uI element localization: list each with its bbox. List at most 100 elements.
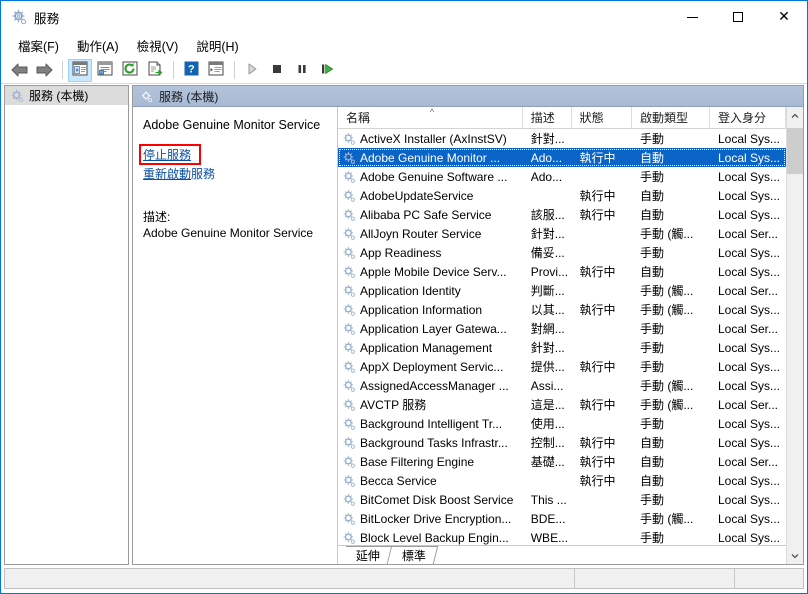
column-status[interactable]: 狀態	[571, 107, 633, 128]
show-hide-tree-button[interactable]	[68, 58, 92, 82]
stop-service-link-row: 停止服務	[139, 144, 329, 166]
properties-button[interactable]	[93, 59, 117, 82]
menu-file[interactable]: 檔案(F)	[9, 33, 68, 58]
forward-button[interactable]	[32, 59, 56, 82]
list-header-row: 名稱 ^ 描述 狀態 啟動類型 登入身分	[338, 107, 786, 129]
tab-extended[interactable]: 延伸	[341, 546, 393, 564]
table-row[interactable]: Background Intelligent Tr... 使用... 手動 Local…	[338, 414, 786, 433]
table-row[interactable]: Alibaba PC Safe Service 該服... 執行中 自動 Local S…	[338, 205, 786, 224]
service-name-text: Background Intelligent Tr...	[360, 416, 503, 431]
table-row[interactable]: Application Information 以其... 執行中 手動 (觸... L…	[338, 300, 786, 319]
scrollbar-track[interactable]	[787, 124, 803, 547]
table-row[interactable]: Adobe Genuine Software ... Ado... 手動 Local …	[338, 167, 786, 186]
service-gear-icon	[342, 265, 356, 279]
table-row[interactable]: ActiveX Installer (AxInstSV) 針對... 手動 Local…	[338, 129, 786, 148]
table-row[interactable]: Application Layer Gatewa... 對網... 手動 Local …	[338, 319, 786, 338]
column-startup-type[interactable]: 啟動類型	[632, 107, 710, 128]
cell-service-name: Alibaba PC Safe Service	[338, 208, 523, 222]
services-gear-icon	[11, 9, 27, 25]
table-row[interactable]: Base Filtering Engine 基礎... 執行中 自動 Local Ser…	[338, 452, 786, 471]
scrollbar-thumb[interactable]	[787, 128, 803, 174]
menu-view[interactable]: 檢視(V)	[128, 33, 188, 58]
pause-service-button[interactable]	[290, 59, 314, 82]
refresh-button[interactable]	[118, 59, 142, 82]
service-name-text: Application Layer Gatewa...	[360, 321, 507, 336]
table-row[interactable]: AllJoyn Router Service 針對... 手動 (觸... Local…	[338, 224, 786, 243]
table-row[interactable]: Adobe Genuine Monitor ... Ado... 執行中 自動 Loca…	[338, 148, 786, 167]
services-gear-icon	[10, 89, 24, 103]
table-row[interactable]: Apple Mobile Device Serv... Provi... 執行中 自動…	[338, 262, 786, 281]
table-row[interactable]: AppX Deployment Servic... 提供... 執行中 手動 Local…	[338, 357, 786, 376]
menu-help[interactable]: 說明(H)	[187, 33, 247, 58]
services-gear-icon	[140, 90, 153, 103]
restart-service-button[interactable]	[315, 59, 339, 82]
restart-service-link[interactable]: 重新啟動服務	[143, 167, 215, 181]
maximize-icon	[733, 12, 743, 22]
service-gear-icon	[342, 531, 356, 545]
tab-standard[interactable]: 標準	[387, 546, 439, 564]
stop-service-button[interactable]	[265, 59, 289, 82]
help-button[interactable]: ?	[179, 59, 203, 82]
start-service-button[interactable]	[240, 59, 264, 82]
menu-bar: 檔案(F) 動作(A) 檢視(V) 說明(H)	[1, 33, 807, 57]
cell-service-startup-type: 手動	[640, 360, 665, 374]
table-row[interactable]: Block Level Backup Engin... WBE... 手動 Local…	[338, 528, 786, 545]
stop-service-link[interactable]: 停止服務	[143, 148, 191, 162]
window-title: 服務	[34, 11, 60, 26]
cell-service-description: WBE...	[530, 530, 569, 545]
table-row[interactable]: Becca Service 執行中 自動 Local Sys...	[338, 471, 786, 490]
scroll-up-button[interactable]	[787, 107, 803, 124]
column-description[interactable]: 描述	[522, 107, 572, 128]
service-gear-icon	[342, 512, 356, 526]
cell-service-startup-type: 自動	[640, 208, 665, 222]
cell-service-startup-type: 手動	[640, 341, 665, 355]
table-row[interactable]: Application Identity 判斷... 手動 (觸... Local S…	[338, 281, 786, 300]
table-row[interactable]: BitLocker Drive Encryption... BDE... 手動 (觸…	[338, 509, 786, 528]
service-gear-icon	[342, 284, 356, 298]
cell-service-logon-as: Local Sys...	[717, 473, 781, 488]
column-name[interactable]: 名稱 ^	[338, 107, 523, 128]
stop-service-link-label: 停止服務	[143, 148, 192, 163]
cell-service-logon-as: Local Sys...	[717, 302, 781, 317]
cell-service-description: 控制...	[530, 436, 565, 450]
title-bar: 服務 ✕	[1, 1, 807, 33]
cell-service-startup-type: 手動 (觸...	[640, 284, 694, 298]
help-icon: ?	[184, 61, 199, 79]
cell-service-startup-type: 手動 (觸...	[640, 398, 694, 412]
cell-service-logon-as: Local Ser...	[717, 454, 779, 469]
menu-view-label: 檢視(V)	[136, 39, 179, 54]
back-button[interactable]	[7, 59, 31, 82]
table-row[interactable]: AdobeUpdateService 執行中 自動 Local Sys...	[338, 186, 786, 205]
export-list-button[interactable]	[143, 59, 167, 82]
cell-service-logon-as: Local Sys...	[717, 188, 781, 203]
cell-service-startup-type: 手動	[640, 170, 665, 184]
table-row[interactable]: Application Management 針對... 手動 Local Sys..…	[338, 338, 786, 357]
cell-service-logon-as: Local Sys...	[717, 530, 781, 545]
scroll-down-button[interactable]	[787, 547, 803, 564]
close-button[interactable]: ✕	[761, 1, 807, 33]
cell-service-logon-as: Local Sys...	[717, 169, 781, 184]
cell-service-startup-type: 手動	[640, 132, 665, 146]
show-action-pane-button[interactable]	[204, 59, 228, 82]
table-row[interactable]: App Readiness 備妥... 手動 Local Sys...	[338, 243, 786, 262]
table-row[interactable]: AssignedAccessManager ... Assi... 手動 (觸...…	[338, 376, 786, 395]
table-row[interactable]: BitComet Disk Boost Service This ... 手動 Loc…	[338, 490, 786, 509]
menu-file-label: 檔案(F)	[18, 39, 59, 54]
console-tree-pane: 服務 (本機)	[4, 85, 129, 565]
column-logon-as[interactable]: 登入身分	[710, 107, 786, 128]
cell-service-logon-as: Local Sys...	[717, 207, 781, 222]
vertical-scrollbar[interactable]	[786, 107, 803, 564]
maximize-button[interactable]	[715, 1, 761, 33]
table-row[interactable]: Background Tasks Infrastr... 控制... 執行中 自動 Lo…	[338, 433, 786, 452]
menu-action[interactable]: 動作(A)	[68, 33, 128, 58]
cell-service-description: 對網...	[530, 322, 565, 336]
results-pane: 服務 (本機) Adobe Genuine Monitor Service 停止…	[132, 85, 804, 565]
cell-service-startup-type: 手動	[640, 246, 665, 260]
tree-item-services-local[interactable]: 服務 (本機)	[5, 86, 128, 105]
view-tabs: 延伸 標準	[338, 545, 786, 564]
cell-service-description: 該服...	[530, 208, 565, 222]
cell-service-status: 執行中	[579, 208, 616, 222]
table-row[interactable]: AVCTP 服務 這是... 執行中 手動 (觸... Local Ser...	[338, 395, 786, 414]
minimize-button[interactable]	[669, 1, 715, 33]
cell-service-logon-as: Local Sys...	[717, 378, 781, 393]
